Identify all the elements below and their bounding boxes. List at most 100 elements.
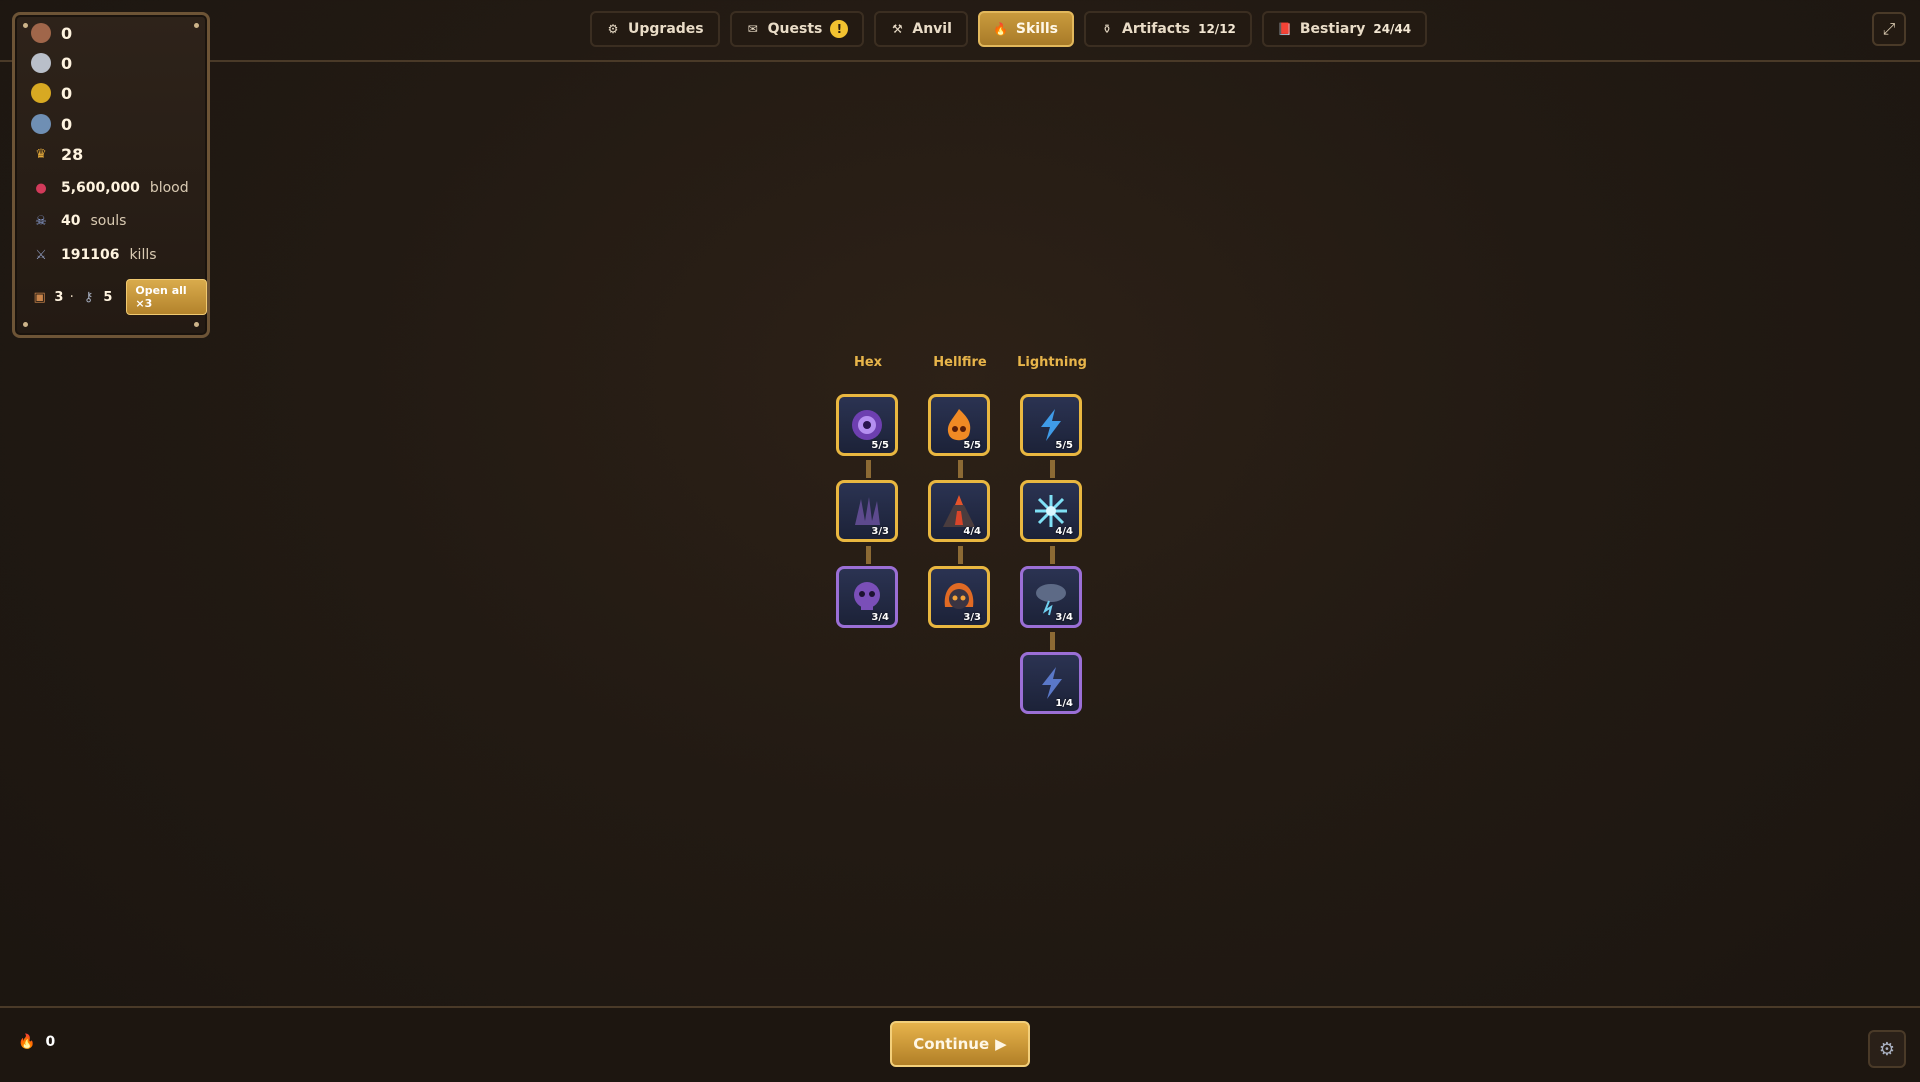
- skill-link: [958, 460, 963, 478]
- blood-drop-icon: ●: [35, 180, 47, 196]
- artifact-count: 12/12: [1198, 22, 1236, 36]
- skill-column-title-hellfire: Hellfire: [933, 355, 987, 370]
- tab-label: Upgrades: [628, 21, 704, 37]
- skill-link: [1050, 460, 1055, 478]
- gold-count: 0: [61, 83, 73, 103]
- continue-button[interactable]: Continue ▶: [890, 1021, 1030, 1067]
- skill-level: 3/3: [871, 526, 889, 537]
- silver-coin-icon: [31, 53, 51, 73]
- copper-coin-icon: [31, 23, 51, 43]
- chest-icon: ▣: [33, 289, 46, 305]
- tab-label: Anvil: [912, 21, 952, 37]
- skill-node-lightning-3[interactable]: 3/4: [1020, 566, 1082, 628]
- skill-level: 3/3: [963, 612, 981, 623]
- bestiary-count: 24/44: [1373, 22, 1412, 36]
- skill-level: 3/4: [871, 612, 889, 623]
- skill-level: 1/4: [1055, 698, 1073, 709]
- skill-level: 5/5: [1055, 440, 1073, 451]
- flame-demon-icon: [944, 583, 974, 609]
- gem-coin-icon: [31, 114, 51, 134]
- skill-node-hex-1[interactable]: 5/5: [836, 394, 898, 456]
- kills-row: ⚔ 191106 kills: [31, 245, 157, 265]
- tab-artifacts[interactable]: ⚱ Artifacts 12/12: [1084, 11, 1252, 47]
- skill-level: 5/5: [871, 440, 889, 451]
- gear-icon: ⚙: [1878, 1038, 1896, 1060]
- artifact-icon: ⚱: [1101, 22, 1113, 36]
- scroll-icon: ✉: [747, 22, 758, 36]
- tab-quests[interactable]: ✉ Quests !: [729, 11, 865, 47]
- skill-link: [866, 460, 871, 478]
- cursed-skull-icon: [854, 582, 880, 610]
- charged-bolt-icon: [1042, 667, 1062, 699]
- skill-column-title-lightning: Lightning: [1017, 355, 1087, 370]
- silver-count: 0: [61, 53, 73, 73]
- skill-link: [1050, 546, 1055, 564]
- tab-skills[interactable]: 🔥 Skills: [977, 11, 1075, 47]
- panel-corner-rivet: [23, 322, 28, 327]
- blood-row: ● 5,600,000 blood: [31, 178, 189, 198]
- skill-level: 5/5: [963, 440, 981, 451]
- tab-label: Quests: [767, 21, 823, 37]
- kills-count: 191106: [61, 247, 120, 263]
- skill-node-hellfire-1[interactable]: 5/5: [928, 394, 990, 456]
- kills-label: kills: [129, 247, 157, 263]
- gem-count: 0: [61, 114, 73, 134]
- skill-node-hex-3[interactable]: 3/4: [836, 566, 898, 628]
- panel-corner-rivet: [194, 322, 199, 327]
- gear-icon: ⚙: [607, 22, 619, 36]
- open-all-button[interactable]: Open all ×3: [126, 279, 208, 315]
- souls-label: souls: [90, 213, 127, 229]
- crown-icon: ♛: [35, 146, 47, 162]
- volcano-icon: [943, 495, 975, 527]
- skill-level: 4/4: [1055, 526, 1073, 537]
- blood-label: blood: [149, 180, 189, 196]
- souls-count: 40: [61, 213, 81, 229]
- flame-count: 0: [45, 1034, 56, 1050]
- tab-anvil[interactable]: ⚒ Anvil: [874, 11, 968, 47]
- key-count: 5: [103, 289, 113, 305]
- anvil-icon: ⚒: [891, 22, 903, 36]
- soul-icon: ☠: [35, 213, 47, 229]
- souls-row: ☠ 40 souls: [31, 211, 126, 231]
- continue-label: Continue: [913, 1035, 990, 1053]
- shadow-claw-icon: [855, 497, 880, 525]
- flame-icon: 🔥: [18, 1034, 36, 1050]
- resource-panel: 0 0 0 0 ♛ 28 ● 5,600,000 blood ☠ 40 soul…: [12, 12, 210, 338]
- skill-node-hellfire-3[interactable]: 3/3: [928, 566, 990, 628]
- lightning-bolt-icon: [1041, 409, 1061, 441]
- separator-dot: ·: [69, 289, 74, 305]
- skill-link: [1050, 632, 1055, 650]
- skill-node-hellfire-2[interactable]: 4/4: [928, 480, 990, 542]
- storm-cloud-icon: [1036, 584, 1066, 616]
- copper-count: 0: [61, 23, 73, 43]
- crossed-swords-icon: ⚔: [35, 247, 47, 263]
- skill-node-lightning-4[interactable]: 1/4: [1020, 652, 1082, 714]
- chest-row: ▣ 3 · ⚷ 5 Open all ×3: [31, 279, 208, 315]
- skill-level: 4/4: [963, 526, 981, 537]
- crown-row: ♛ 28: [31, 144, 83, 164]
- book-icon: 📕: [1277, 22, 1293, 36]
- tab-label: Artifacts: [1122, 21, 1191, 37]
- copper-coin-row: 0: [31, 23, 72, 43]
- key-icon: ⚷: [83, 289, 94, 305]
- frost-burst-icon: [1035, 495, 1067, 527]
- settings-button[interactable]: ⚙: [1868, 1030, 1906, 1068]
- skill-node-lightning-1[interactable]: 5/5: [1020, 394, 1082, 456]
- fullscreen-button[interactable]: ⤢: [1872, 12, 1906, 46]
- skill-node-hex-2[interactable]: 3/3: [836, 480, 898, 542]
- chest-count: 3: [54, 289, 64, 305]
- gem-coin-row: 0: [31, 114, 72, 134]
- fullscreen-icon: ⤢: [1882, 19, 1896, 38]
- tab-bestiary[interactable]: 📕 Bestiary 24/44: [1261, 11, 1428, 47]
- tab-upgrades[interactable]: ⚙ Upgrades: [590, 11, 720, 47]
- fire-skull-icon: [947, 409, 971, 441]
- crown-count: 28: [61, 144, 84, 164]
- silver-coin-row: 0: [31, 53, 72, 73]
- skill-level: 3/4: [1055, 612, 1073, 623]
- skill-node-lightning-2[interactable]: 4/4: [1020, 480, 1082, 542]
- skill-link: [866, 546, 871, 564]
- panel-corner-rivet: [23, 23, 28, 28]
- skill-link: [958, 546, 963, 564]
- nav-tabs: ⚙ Upgrades ✉ Quests ! ⚒ Anvil 🔥 Skills ⚱…: [590, 11, 1428, 47]
- flame-resource: 🔥 0: [18, 1034, 55, 1050]
